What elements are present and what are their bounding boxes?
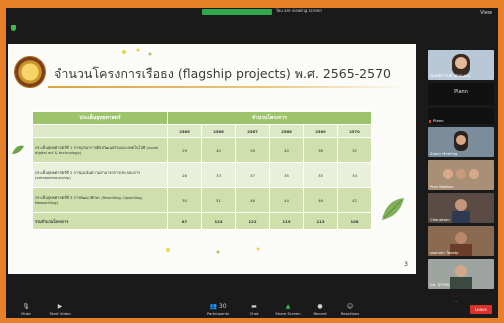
video-label: Start Video — [49, 311, 71, 316]
zoom-window: You are viewing screen View จำนวนโครงการ… — [6, 8, 498, 318]
total-row: รวมจำนวนโครงการ 87 124 122 119 113 108 — [32, 212, 372, 230]
table-row: ประเด็นยุทธศาสตร์ที่ 2 การมุ่งเน้นความสา… — [32, 162, 372, 188]
view-label: View — [480, 10, 492, 16]
participant-tile[interactable]: นพ. สุวรรณ — [428, 259, 494, 289]
record-label: Record — [313, 311, 327, 316]
total-value: 124 — [201, 212, 236, 230]
flagship-projects-table: ประเด็นยุทธศาสตร์ จำนวนโครงการ 2565 2566… — [32, 111, 372, 230]
mute-button[interactable]: 🎙 Mute — [8, 303, 44, 316]
total-value: 113 — [303, 212, 338, 230]
reactions-label: Reactions — [340, 311, 360, 316]
slide-title: จำนวนโครงการเรือธง (flagship projects) พ… — [54, 66, 391, 81]
cell-value: 44 — [269, 187, 304, 213]
leaf-decoration-icon — [122, 48, 152, 56]
row-label: ประเด็นยุทธศาสตร์ที่ 2 การมุ่งเน้นความสา… — [32, 162, 168, 188]
muted-mic-icon — [429, 120, 431, 123]
cell-value: 46 — [303, 187, 338, 213]
cell-value: 35 — [269, 162, 304, 188]
top-bar: You are viewing screen View — [6, 8, 498, 22]
leaf-decoration-icon — [12, 145, 24, 154]
security-shield-icon[interactable] — [11, 25, 16, 31]
participant-tile[interactable]: Zoom Meeting — [428, 127, 494, 157]
leaf-decoration-icon — [166, 247, 260, 254]
total-value: 108 — [337, 212, 372, 230]
video-camera-icon: ▶ — [57, 303, 63, 310]
participant-tile[interactable]: ssamdn Tavatp — [428, 226, 494, 256]
participant-tile[interactable]: รองอธิการบดี (ฝ่ายแผน) — [428, 50, 494, 80]
cell-value: 39 — [235, 137, 270, 163]
year-header: 2565 — [167, 124, 202, 138]
total-value: 87 — [167, 212, 202, 230]
cell-value: 37 — [235, 162, 270, 188]
cell-value: 40 — [201, 137, 236, 163]
chat-button[interactable]: ▬ Chat — [236, 303, 272, 316]
participants-label: Participants — [206, 311, 230, 316]
slide-page-number: 3 — [404, 261, 408, 268]
participant-strip: รองอธิการบดี (ฝ่ายแผน) Plann Plann Zoom … — [424, 50, 498, 300]
participant-tile[interactable]: Plann — [428, 108, 494, 124]
year-header: 2570 — [337, 124, 372, 138]
participant-name: Plann — [454, 89, 468, 95]
participant-name: Plan Nakhon — [430, 184, 454, 189]
chat-label: Chat — [249, 311, 259, 316]
participant-name: Zoom Meeting — [430, 151, 458, 156]
leave-button[interactable]: Leave — [470, 305, 492, 314]
cell-value: 34 — [337, 162, 372, 188]
year-header: 2567 — [235, 124, 270, 138]
cell-value: 32 — [337, 137, 372, 163]
reactions-button[interactable]: ☺ Reactions — [332, 303, 368, 316]
participants-icon: 👥 30 — [209, 303, 227, 310]
cell-value: 51 — [201, 187, 236, 213]
sharing-label: You are viewing screen — [276, 8, 322, 13]
participant-name: Chanatorn — [430, 217, 450, 222]
share-label: Share Screen — [275, 311, 301, 316]
participants-count: 30 — [218, 303, 227, 310]
shared-slide: จำนวนโครงการเรือธง (flagship projects) พ… — [8, 44, 416, 274]
participant-name: ssamdn Tavatp — [430, 250, 459, 255]
cell-value: 36 — [303, 137, 338, 163]
header-projects: จำนวนโครงการ — [167, 111, 372, 125]
participant-name: Plann — [433, 118, 444, 123]
table-row: ประเด็นยุทธศาสตร์ที่ 3 การพัฒนาทักษะ (Re… — [32, 187, 372, 213]
participants-button[interactable]: 👥 30 Participants — [196, 303, 240, 316]
chat-icon: ▬ — [251, 303, 257, 310]
cell-value: 46 — [235, 187, 270, 213]
total-value: 122 — [235, 212, 270, 230]
screen-share-banner[interactable] — [202, 9, 272, 15]
cell-value: 30 — [167, 187, 202, 213]
mute-label: Mute — [21, 311, 31, 316]
participant-name: รองอธิการบดี (ฝ่ายแผน) — [430, 73, 471, 78]
university-seal-logo — [14, 56, 46, 88]
table-row: ประเด็นยุทธศาสตร์ที่ 1 การบูรณาการศิลปวั… — [32, 137, 372, 163]
reactions-icon: ☺ — [346, 303, 354, 310]
year-header: 2566 — [201, 124, 236, 138]
header-blank — [32, 124, 168, 138]
cell-value: 33 — [201, 162, 236, 188]
meeting-toolbar: 🎙 Mute ▶ Start Video 👥 30 Participants ▬ Cha… — [6, 302, 498, 318]
year-header: 2568 — [269, 124, 304, 138]
cell-value: 42 — [337, 187, 372, 213]
cell-value: 29 — [167, 137, 202, 163]
cell-value: 35 — [303, 162, 338, 188]
row-label: ประเด็นยุทธศาสตร์ที่ 1 การบูรณาการศิลปวั… — [32, 137, 168, 163]
year-header: 2569 — [303, 124, 338, 138]
view-options-button[interactable]: View — [480, 10, 492, 16]
cell-value: 28 — [167, 162, 202, 188]
header-strategy: ประเด็นยุทธศาสตร์ — [32, 111, 168, 125]
participant-tile[interactable]: Plann — [428, 83, 494, 105]
cell-value: 40 — [269, 137, 304, 163]
start-video-button[interactable]: ▶ Start Video — [42, 303, 78, 316]
row-label: ประเด็นยุทธศาสตร์ที่ 3 การพัฒนาทักษะ (Re… — [32, 187, 168, 213]
total-label: รวมจำนวนโครงการ — [32, 212, 168, 230]
participant-tile[interactable]: Chanatorn — [428, 193, 494, 223]
leaf-decoration-icon — [382, 198, 404, 220]
microphone-icon: 🎙 — [22, 303, 30, 310]
participant-name: นพ. สุวรรณ — [430, 282, 450, 287]
title-underline — [48, 86, 408, 88]
participant-tile[interactable]: Plan Nakhon — [428, 160, 494, 190]
total-value: 119 — [269, 212, 304, 230]
